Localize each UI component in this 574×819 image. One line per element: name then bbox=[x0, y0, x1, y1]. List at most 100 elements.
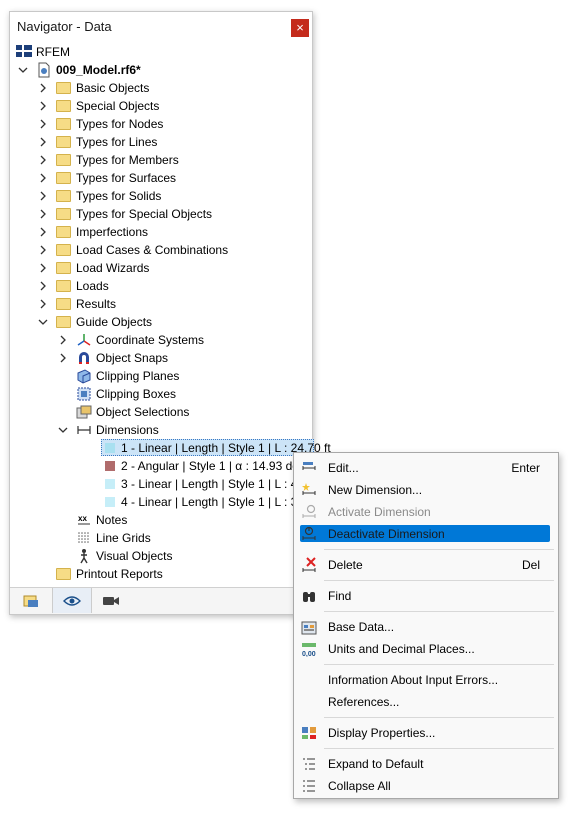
tree-folder-label: Types for Members bbox=[76, 153, 179, 167]
tree-item-line-grids[interactable]: Line Grids bbox=[10, 529, 312, 547]
expand-icon bbox=[301, 756, 317, 772]
color-swatch bbox=[105, 479, 115, 489]
tree-item-dimensions[interactable]: Dimensions bbox=[10, 421, 312, 439]
tree-folder-printout-reports[interactable]: Printout Reports bbox=[10, 565, 312, 583]
tree-folder[interactable]: Results bbox=[10, 295, 312, 313]
tree-item-object-selections[interactable]: Object Selections bbox=[10, 403, 312, 421]
tree-folder-label: Imperfections bbox=[76, 225, 149, 239]
menu-separator bbox=[324, 664, 554, 665]
close-button[interactable]: × bbox=[291, 19, 309, 37]
folder-icon bbox=[56, 314, 72, 330]
tree-folder[interactable]: Load Wizards bbox=[10, 259, 312, 277]
menu-item-find[interactable]: Find bbox=[294, 586, 558, 606]
chevron-right-icon[interactable] bbox=[37, 151, 49, 169]
folder-icon bbox=[56, 206, 72, 222]
menu-item-references[interactable]: References... bbox=[294, 692, 558, 712]
chevron-down-icon[interactable] bbox=[57, 421, 69, 439]
chevron-down-icon[interactable] bbox=[37, 313, 49, 331]
menu-item-collapse-all[interactable]: Collapse All bbox=[294, 776, 558, 796]
menu-item-new-dimension[interactable]: New Dimension... bbox=[294, 480, 558, 500]
chevron-down-icon[interactable] bbox=[17, 61, 29, 79]
dimension-item[interactable]: 2 - Angular | Style 1 | α : 14.93 deg bbox=[10, 457, 312, 475]
chevron-right-icon[interactable] bbox=[37, 133, 49, 151]
folder-icon bbox=[56, 134, 72, 150]
chevron-right-icon[interactable] bbox=[37, 115, 49, 133]
collapse-icon bbox=[301, 778, 317, 794]
tree-folder[interactable]: Types for Nodes bbox=[10, 115, 312, 133]
menu-item-expand-to-default[interactable]: Expand to Default bbox=[294, 754, 558, 774]
tree-folder-label: Types for Solids bbox=[76, 189, 162, 203]
tree-item-coordinate-systems[interactable]: Coordinate Systems bbox=[10, 331, 312, 349]
menu-item-deactivate-dimension[interactable]: Deactivate Dimension bbox=[294, 524, 558, 544]
tree-folder[interactable]: Basic Objects bbox=[10, 79, 312, 97]
folder-icon bbox=[56, 98, 72, 114]
edit-icon bbox=[301, 460, 317, 476]
chevron-right-icon[interactable] bbox=[37, 205, 49, 223]
tree-root[interactable]: RFEM bbox=[10, 43, 312, 61]
chevron-right-icon[interactable] bbox=[37, 259, 49, 277]
tree-item-visual-objects[interactable]: Visual Objects bbox=[10, 547, 312, 565]
chevron-right-icon[interactable] bbox=[57, 331, 69, 349]
chevron-right-icon[interactable] bbox=[37, 223, 49, 241]
chevron-right-icon[interactable] bbox=[37, 187, 49, 205]
tree-folder[interactable]: Types for Special Objects bbox=[10, 205, 312, 223]
folder-icon bbox=[56, 116, 72, 132]
units-icon: 0,00 bbox=[301, 641, 317, 658]
rfem-logo-icon bbox=[16, 44, 32, 60]
navigator-tree: RFEM 009_Model.rf6* Basic Objects Special… bbox=[10, 43, 331, 583]
menu-item-activate-dimension[interactable]: Activate Dimension bbox=[294, 502, 558, 522]
tree-folder[interactable]: Imperfections bbox=[10, 223, 312, 241]
folder-icon bbox=[56, 80, 72, 96]
tree-item-notes[interactable]: xx Notes bbox=[10, 511, 312, 529]
new-dimension-icon bbox=[301, 482, 317, 498]
tree-item-object-snaps[interactable]: Object Snaps bbox=[10, 349, 312, 367]
tree-folder[interactable]: Types for Solids bbox=[10, 187, 312, 205]
chevron-right-icon[interactable] bbox=[37, 79, 49, 97]
chevron-right-icon[interactable] bbox=[57, 349, 69, 367]
menu-item-units[interactable]: 0,00 Units and Decimal Places... bbox=[294, 639, 558, 659]
dimension-item-selected[interactable]: 1 - Linear | Length | Style 1 | L : 24.7… bbox=[10, 439, 331, 457]
dimension-item[interactable]: 4 - Linear | Length | Style 1 | L : 33.6… bbox=[10, 493, 321, 511]
tab-data[interactable] bbox=[12, 588, 50, 613]
tab-camera[interactable] bbox=[92, 588, 130, 613]
tree-folder[interactable]: Types for Surfaces bbox=[10, 169, 312, 187]
menu-item-input-errors[interactable]: Information About Input Errors... bbox=[294, 670, 558, 690]
panel-title: Navigator - Data bbox=[17, 19, 112, 34]
chevron-right-icon[interactable] bbox=[37, 277, 49, 295]
tree-folder-label: Special Objects bbox=[76, 99, 160, 113]
tree-model[interactable]: 009_Model.rf6* bbox=[10, 61, 312, 79]
coordinate-system-icon bbox=[76, 332, 92, 348]
dimension-item[interactable]: 3 - Linear | Length | Style 1 | L : 49.2… bbox=[10, 475, 321, 493]
chevron-right-icon[interactable] bbox=[37, 97, 49, 115]
magnet-icon bbox=[76, 350, 92, 366]
tree-folder[interactable]: Types for Members bbox=[10, 151, 312, 169]
tree-folder[interactable]: Special Objects bbox=[10, 97, 312, 115]
chevron-right-icon[interactable] bbox=[37, 295, 49, 313]
tree-folder[interactable]: Loads bbox=[10, 277, 312, 295]
folder-icon bbox=[56, 566, 72, 582]
base-data-icon bbox=[301, 619, 317, 635]
tree-folder[interactable]: Load Cases & Combinations bbox=[10, 241, 312, 259]
menu-separator bbox=[324, 748, 554, 749]
chevron-right-icon[interactable] bbox=[37, 169, 49, 187]
display-properties-icon bbox=[301, 725, 317, 741]
tree-folder-label: Loads bbox=[76, 279, 109, 293]
eye-icon bbox=[63, 596, 81, 606]
menu-item-edit[interactable]: Edit... Enter bbox=[294, 458, 558, 478]
video-camera-icon bbox=[103, 597, 119, 605]
clipping-plane-icon bbox=[76, 368, 92, 384]
tree-item-clipping-boxes[interactable]: Clipping Boxes bbox=[10, 385, 312, 403]
menu-item-display-properties[interactable]: Display Properties... bbox=[294, 723, 558, 743]
folder-icon bbox=[56, 170, 72, 186]
folder-icon bbox=[56, 188, 72, 204]
menu-item-delete[interactable]: Delete Del bbox=[294, 555, 558, 575]
tree-item-clipping-planes[interactable]: Clipping Planes bbox=[10, 367, 312, 385]
tree-folder-guide-objects[interactable]: Guide Objects bbox=[10, 313, 312, 331]
tree-folder-label: Types for Lines bbox=[76, 135, 158, 149]
chevron-right-icon[interactable] bbox=[37, 241, 49, 259]
menu-item-base-data[interactable]: Base Data... bbox=[294, 617, 558, 637]
tab-view[interactable] bbox=[52, 588, 92, 613]
dimension-icon bbox=[76, 422, 92, 438]
tree-folder[interactable]: Types for Lines bbox=[10, 133, 312, 151]
folder-icon bbox=[56, 152, 72, 168]
